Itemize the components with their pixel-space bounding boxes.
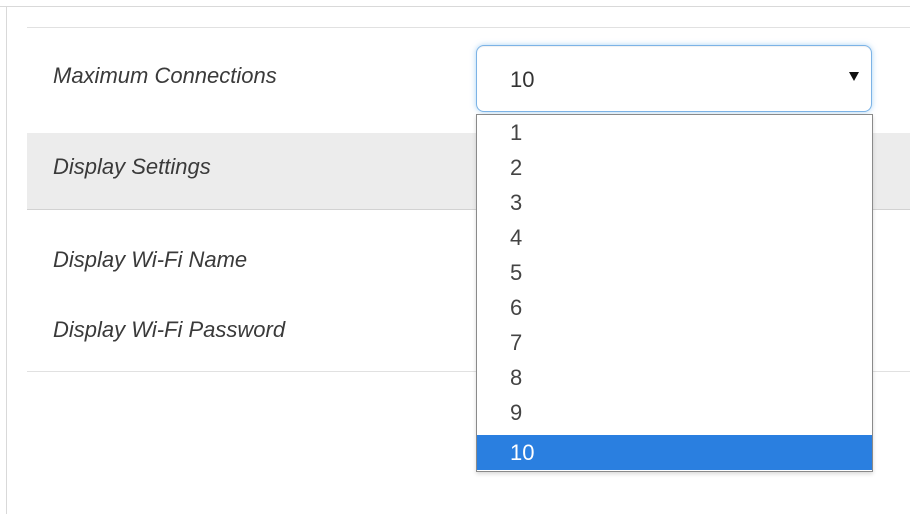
maximum-connections-dropdown-list: 1 2 3 4 5 6 7 8 9 10 bbox=[476, 114, 873, 472]
maximum-connections-label: Maximum Connections bbox=[53, 63, 277, 88]
top-divider bbox=[27, 27, 910, 28]
display-wifi-password-label: Display Wi-Fi Password bbox=[53, 317, 286, 342]
maximum-connections-select[interactable]: 10 bbox=[476, 45, 872, 112]
dropdown-option-3[interactable]: 3 bbox=[477, 185, 872, 220]
dropdown-option-6[interactable]: 6 bbox=[477, 290, 872, 325]
panel-top-border bbox=[0, 6, 910, 7]
dropdown-option-4[interactable]: 4 bbox=[477, 220, 872, 255]
dropdown-option-1[interactable]: 1 bbox=[477, 115, 872, 150]
dropdown-option-5[interactable]: 5 bbox=[477, 255, 872, 290]
display-settings-title: Display Settings bbox=[53, 154, 211, 179]
dropdown-option-9[interactable]: 9 bbox=[477, 395, 872, 430]
selected-value: 10 bbox=[510, 67, 535, 92]
caret-down-icon[interactable] bbox=[849, 72, 859, 81]
dropdown-option-7[interactable]: 7 bbox=[477, 325, 872, 360]
dropdown-option-8[interactable]: 8 bbox=[477, 360, 872, 395]
dropdown-option-10-selected[interactable]: 10 bbox=[477, 435, 872, 470]
panel-left-border bbox=[6, 6, 7, 514]
dropdown-option-2[interactable]: 2 bbox=[477, 150, 872, 185]
display-wifi-name-label: Display Wi-Fi Name bbox=[53, 247, 248, 272]
